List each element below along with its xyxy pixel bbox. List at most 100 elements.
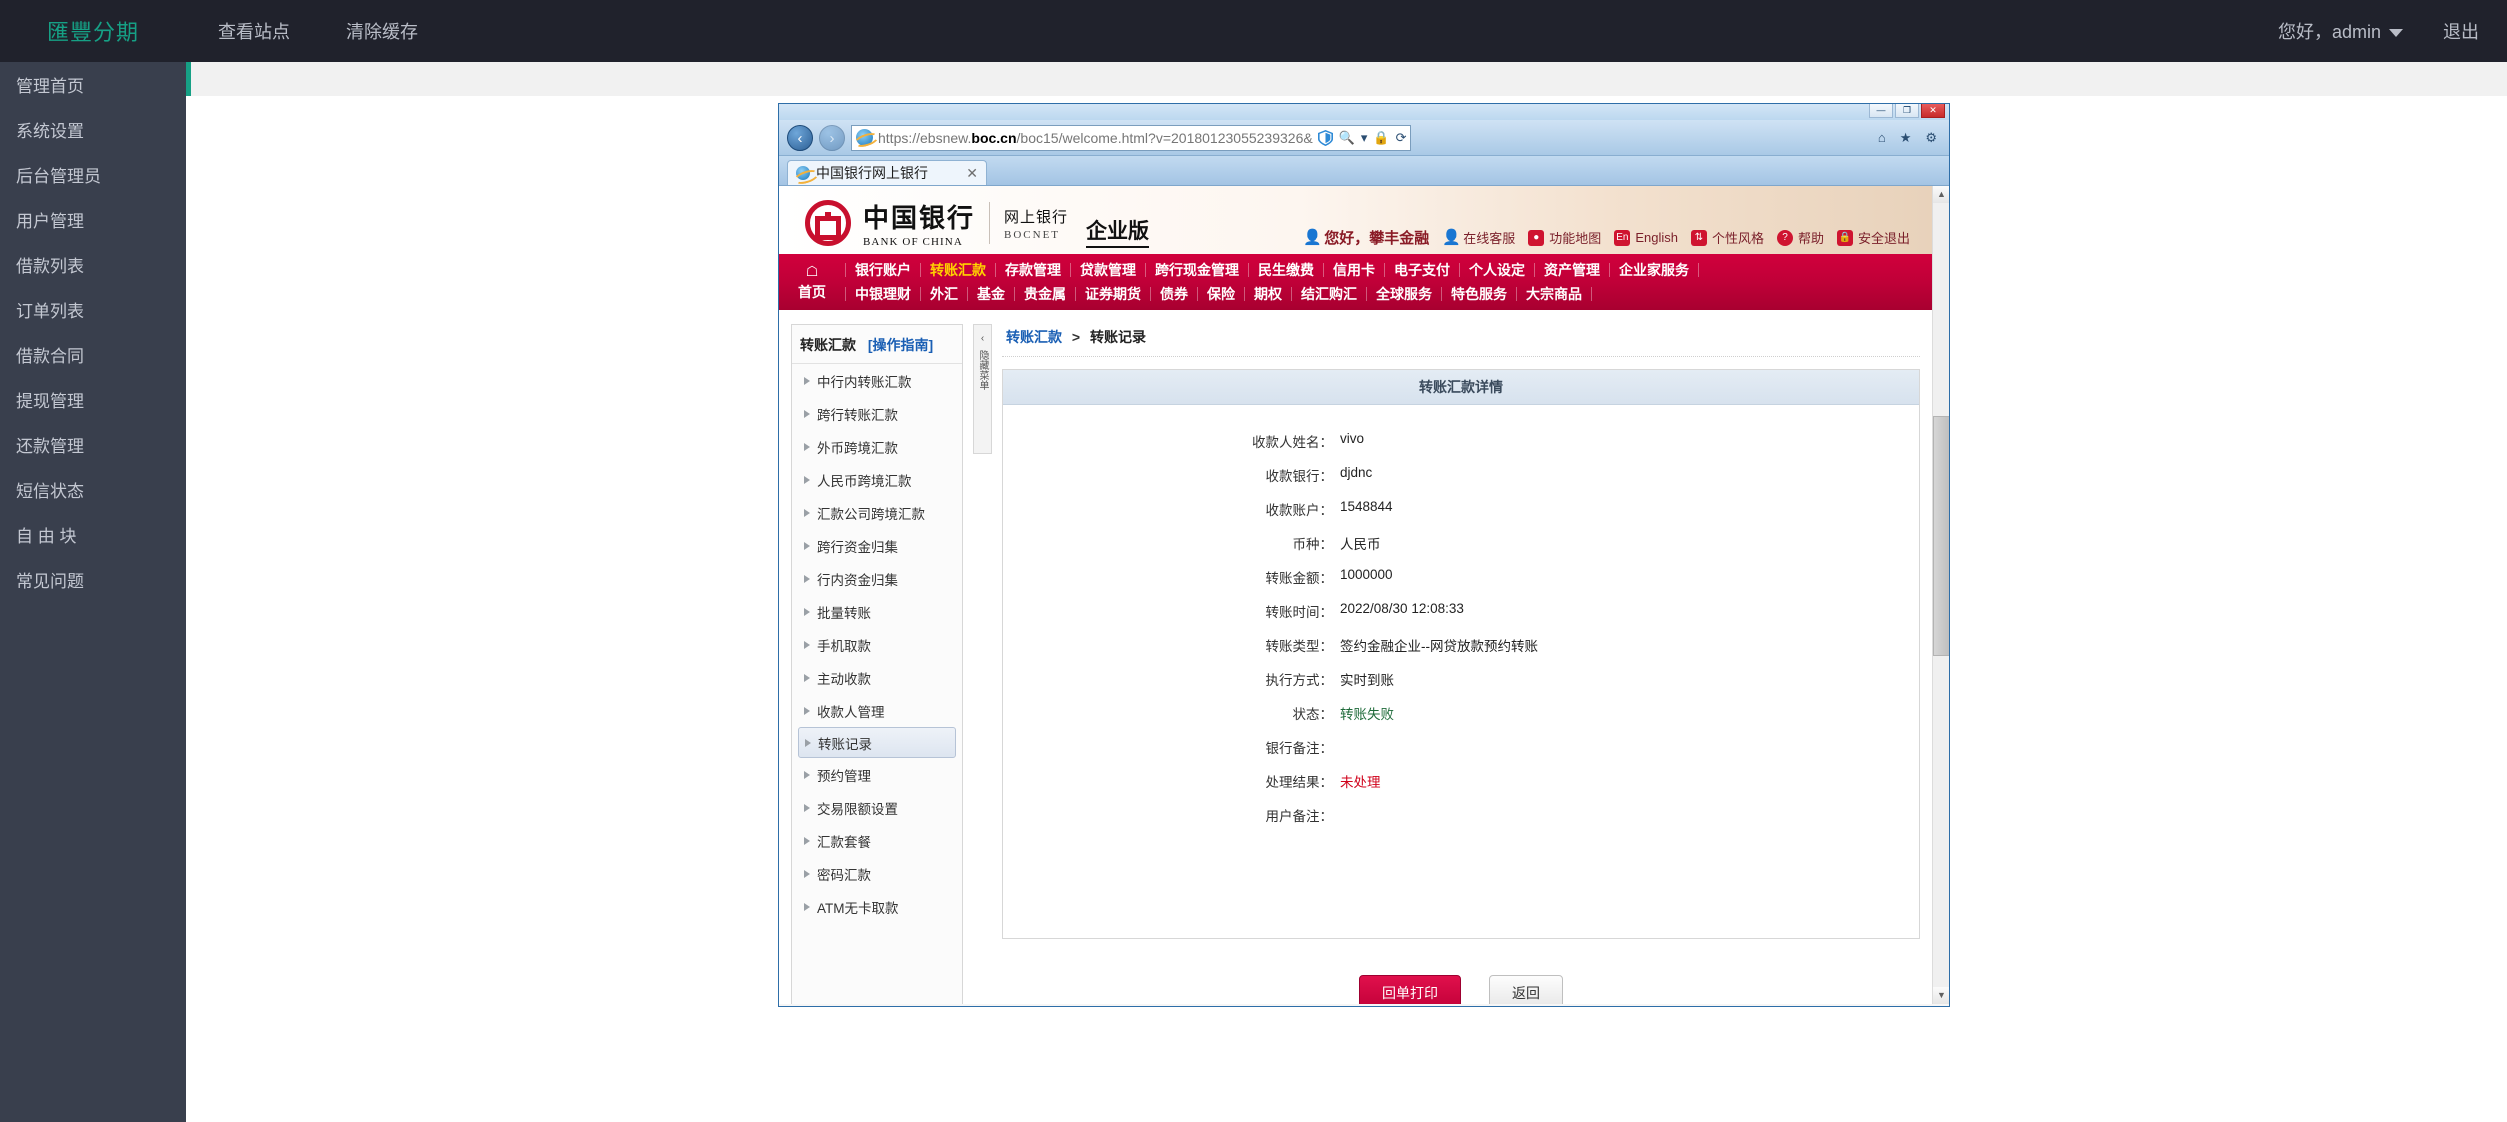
nav-precious-metals[interactable]: 贵金属 (1015, 287, 1076, 301)
status-badge: 转账失败 (1340, 703, 1394, 723)
sidebar-item-users[interactable]: 用户管理 (0, 197, 186, 242)
print-receipt-button[interactable]: 回单打印 (1359, 975, 1461, 1004)
sidebar-item-sms-status[interactable]: 短信状态 (0, 467, 186, 512)
nav-livelihood-payment[interactable]: 民生缴费 (1249, 263, 1324, 277)
nav-cross-bank-cash[interactable]: 跨行现金管理 (1146, 263, 1249, 277)
collapse-menu-label: 隐藏菜单 (977, 350, 988, 390)
close-button[interactable]: ✕ (1921, 104, 1945, 118)
nav-commodities[interactable]: 大宗商品 (1517, 287, 1592, 301)
user-menu[interactable]: 您好，admin (2278, 18, 2403, 44)
tab-close-icon[interactable]: ✕ (966, 165, 978, 182)
sidebar-item-withdraw[interactable]: 提现管理 (0, 377, 186, 422)
nav-personal-settings[interactable]: 个人设定 (1460, 263, 1535, 277)
boc-logo[interactable]: 中国银行 BANK OF CHINA 网上银行 BOCNET 企业版 (805, 198, 1149, 248)
nav-bonds[interactable]: 债券 (1151, 287, 1198, 301)
topnav-item-view-site[interactable]: 查看站点 (218, 18, 290, 44)
triangle-right-icon (804, 575, 810, 583)
page-scrollbar[interactable]: ▲ ▼ (1932, 186, 1949, 1004)
nav-global-service[interactable]: 全球服务 (1367, 287, 1442, 301)
nav-loan-management[interactable]: 贷款管理 (1071, 263, 1146, 277)
left-menu-item-foreign-currency-remittance[interactable]: 外币跨境汇款 (792, 430, 962, 463)
collapse-menu-toggle[interactable]: ‹ 隐藏菜单 (973, 324, 992, 454)
logout-button[interactable]: 退出 (2443, 18, 2479, 44)
boc-seal-icon (805, 200, 851, 246)
nav-entrepreneur-service[interactable]: 企业家服务 (1610, 263, 1699, 277)
nav-credit-card[interactable]: 信用卡 (1324, 263, 1385, 277)
sidebar-item-faq[interactable]: 常见问题 (0, 557, 186, 602)
label: 转账记录 (818, 733, 872, 753)
left-menu-item-intrabank-transfer[interactable]: 中行内转账汇款 (792, 364, 962, 397)
english-link[interactable]: EnEnglish (1614, 230, 1678, 246)
help-link[interactable]: ?帮助 (1777, 228, 1824, 247)
scrollbar-thumb[interactable] (1933, 416, 1949, 656)
left-menu-item-reservation-management[interactable]: 预约管理 (792, 758, 962, 791)
sidebar-item-admins[interactable]: 后台管理员 (0, 152, 186, 197)
sidebar-item-free-block[interactable]: 自 由 块 (0, 512, 186, 557)
sidebar-item-dashboard[interactable]: 管理首页 (0, 62, 186, 107)
sidebar-item-loan-contract[interactable]: 借款合同 (0, 332, 186, 377)
value: 1548844 (1340, 499, 1393, 519)
scroll-down-arrow-icon[interactable]: ▼ (1933, 987, 1949, 1004)
search-icon[interactable]: 🔍 (1339, 130, 1355, 146)
left-menu-item-password-remittance[interactable]: 密码汇款 (792, 857, 962, 890)
nav-transfer-remittance[interactable]: 转账汇款 (921, 263, 996, 277)
nav-forex[interactable]: 外汇 (921, 287, 968, 301)
home-icon[interactable]: ⌂ (1878, 130, 1886, 145)
maximize-button[interactable]: ❐ (1895, 104, 1919, 118)
left-menu-item-mobile-withdrawal[interactable]: 手机取款 (792, 628, 962, 661)
shield-icon[interactable] (1318, 130, 1333, 146)
left-menu-item-interbank-cash-pooling[interactable]: 跨行资金归集 (792, 529, 962, 562)
left-menu-item-payee-management[interactable]: 收款人管理 (792, 694, 962, 727)
sidebar-item-label: 提现管理 (16, 387, 84, 412)
left-menu-item-remittance-package[interactable]: 汇款套餐 (792, 824, 962, 857)
back-button[interactable]: 返回 (1489, 975, 1563, 1004)
browser-titlebar[interactable]: — ❐ ✕ (779, 104, 1949, 120)
label: 处理结果： (1003, 771, 1333, 791)
browser-tab[interactable]: 中国银行网上银行 ✕ (787, 160, 987, 185)
left-menu-item-atm-cardless[interactable]: ATM无卡取款 (792, 890, 962, 923)
left-menu-item-batch-transfer[interactable]: 批量转账 (792, 595, 962, 628)
nav-bank-account[interactable]: 银行账户 (845, 263, 921, 277)
nav-insurance[interactable]: 保险 (1198, 287, 1245, 301)
nav-asset-management[interactable]: 资产管理 (1535, 263, 1610, 277)
left-menu-item-active-collection[interactable]: 主动收款 (792, 661, 962, 694)
sidebar-item-system-settings[interactable]: 系统设置 (0, 107, 186, 152)
left-menu-item-interbank-transfer[interactable]: 跨行转账汇款 (792, 397, 962, 430)
left-menu-item-rmb-cross-border[interactable]: 人民币跨境汇款 (792, 463, 962, 496)
sidebar-item-order-list[interactable]: 订单列表 (0, 287, 186, 332)
refresh-icon[interactable]: ⟳ (1396, 130, 1407, 146)
nav-featured-service[interactable]: 特色服务 (1442, 287, 1517, 301)
sidebar-item-loan-list[interactable]: 借款列表 (0, 242, 186, 287)
breadcrumb-parent[interactable]: 转账汇款 (1006, 329, 1062, 345)
back-button[interactable]: ‹ (787, 125, 813, 151)
nav-e-payment[interactable]: 电子支付 (1385, 263, 1460, 277)
lock-icon: 🔒 (1373, 130, 1389, 146)
left-menu-item-intrabank-cash-pooling[interactable]: 行内资金归集 (792, 562, 962, 595)
left-menu-item-transaction-limit[interactable]: 交易限额设置 (792, 791, 962, 824)
topnav-item-clear-cache[interactable]: 清除缓存 (346, 18, 418, 44)
nav-boc-wealth[interactable]: 中银理财 (845, 287, 921, 301)
left-menu-item-transfer-records[interactable]: 转账记录 (798, 727, 956, 758)
minimize-button[interactable]: — (1869, 104, 1893, 118)
secure-logout-link[interactable]: 🔒安全退出 (1837, 228, 1910, 247)
nav-options[interactable]: 期权 (1245, 287, 1292, 301)
nav-deposit-management[interactable]: 存款管理 (996, 263, 1071, 277)
operation-guide-link[interactable]: [操作指南] (868, 337, 933, 353)
nav-securities-futures[interactable]: 证券期货 (1076, 287, 1151, 301)
scroll-up-arrow-icon[interactable]: ▲ (1933, 186, 1949, 203)
left-menu-item-remittance-company[interactable]: 汇款公司跨境汇款 (792, 496, 962, 529)
gear-icon[interactable]: ⚙ (1925, 130, 1937, 146)
chevron-down-icon[interactable]: ▾ (1361, 130, 1368, 146)
online-service-link[interactable]: 👤在线客服 (1442, 228, 1515, 247)
favorites-icon[interactable]: ★ (1900, 130, 1912, 146)
function-map-link[interactable]: ●功能地图 (1528, 228, 1601, 247)
nav-home-button[interactable]: ☖ 首页 (779, 258, 845, 306)
brand-logo[interactable]: 匯豐分期 (0, 0, 186, 62)
forward-button[interactable]: › (819, 125, 845, 151)
personal-style-link[interactable]: ⇅个性风格 (1691, 228, 1764, 247)
sidebar-item-label: 管理首页 (16, 72, 84, 97)
nav-fund[interactable]: 基金 (968, 287, 1015, 301)
address-bar[interactable]: https://ebsnew.boc.cn/boc15/welcome.html… (851, 125, 1411, 151)
sidebar-item-repayment[interactable]: 还款管理 (0, 422, 186, 467)
nav-settlement-purchase[interactable]: 结汇购汇 (1292, 287, 1367, 301)
